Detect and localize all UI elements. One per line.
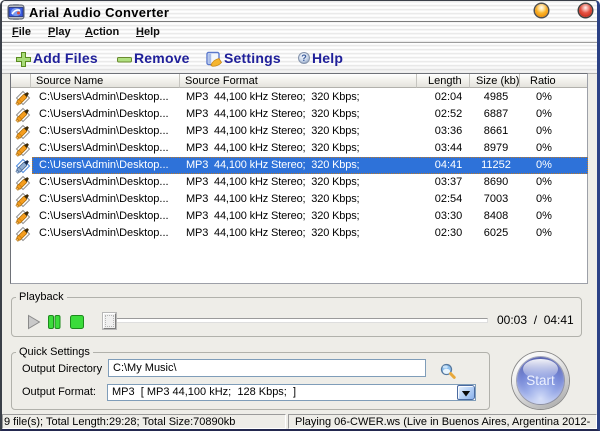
svg-text:?: ? (301, 53, 307, 63)
